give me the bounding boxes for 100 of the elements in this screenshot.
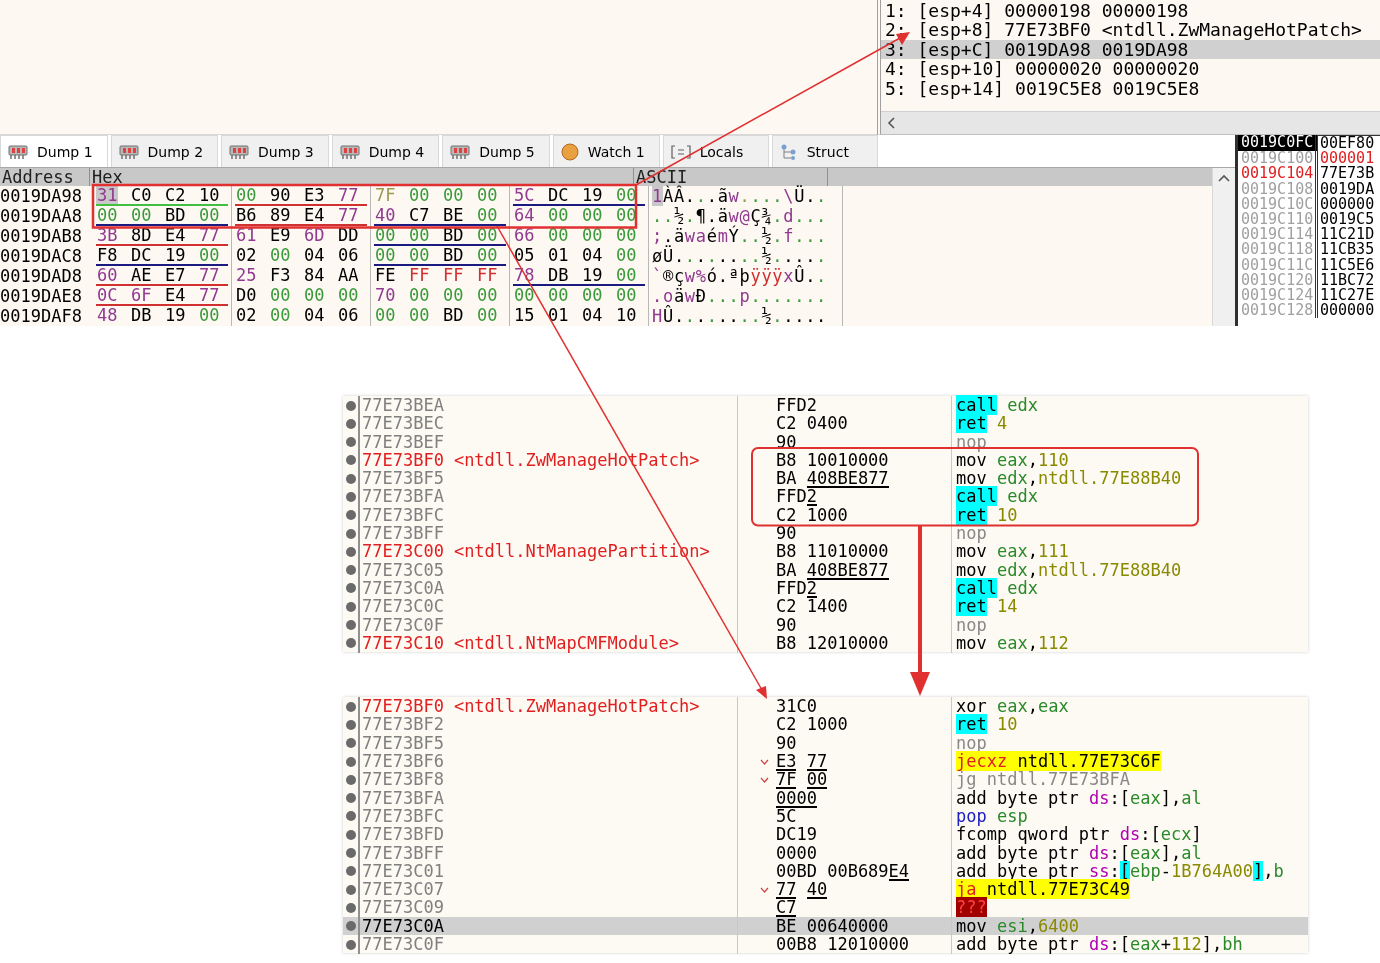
instruction-text: ret 14: [956, 596, 1018, 617]
breakpoint-dot[interactable]: [345, 756, 356, 767]
stack-address: 0019C108: [1238, 181, 1318, 197]
chevron-icon[interactable]: [760, 886, 769, 893]
opcode-bytes: BA 408BE877: [776, 469, 889, 489]
hex-byte: 6D: [303, 225, 326, 245]
disasm-row[interactable]: 77E73BEC C2 0400 ret 4: [343, 414, 1308, 433]
breakpoint-dot[interactable]: [345, 866, 356, 877]
hex-byte: 19: [164, 305, 187, 325]
chip-icon: [8, 143, 28, 160]
address-text: 77E73BFA: [362, 487, 444, 507]
disasm-row[interactable]: 77E73BFF 90 nop: [343, 524, 1308, 543]
dump-tab[interactable]: Dump 2: [110, 135, 219, 167]
disasm-row[interactable]: 77E73BFC C2 1000 ret 10: [343, 505, 1308, 525]
instruction-text: jecxz ntdll.77E73C6F: [956, 751, 1161, 772]
stack-value: 000001: [1319, 151, 1376, 167]
breakpoint-dot[interactable]: [345, 811, 356, 822]
disasm-row[interactable]: 77E73BF0 <ntdll.ZwManageHotPatch> 31C0 xor eax,eax: [343, 697, 1308, 716]
dump-tab[interactable]: Dump 1: [0, 135, 108, 167]
hex-byte: 48: [96, 305, 119, 325]
hex-byte: 3B: [96, 225, 119, 245]
hex-byte: 19: [581, 185, 604, 205]
breakpoint-dot[interactable]: [345, 437, 356, 448]
breakpoint-dot[interactable]: [345, 455, 356, 466]
breakpoint-dot[interactable]: [345, 774, 356, 785]
breakpoint-dot[interactable]: [345, 719, 356, 730]
dump-tab[interactable]: Watch 1: [552, 135, 660, 167]
breakpoint-dot[interactable]: [345, 400, 356, 411]
address-text: 0019DAE8: [0, 286, 83, 306]
disasm-row[interactable]: 77E73C0A BE 00640000 mov esi,6400: [343, 916, 1308, 935]
chevron-icon[interactable]: [760, 758, 769, 765]
breakpoint-dot[interactable]: [345, 638, 356, 649]
address-text: 77E73BFC: [362, 505, 444, 525]
disasm-row[interactable]: 77E73C0F 00B8 12010000 add byte ptr ds:[eax+112],bh: [343, 935, 1308, 954]
disasm-row[interactable]: 77E73BF5 BA 408BE877 mov edx,ntdll.77E88B40: [343, 469, 1308, 488]
scroll-up-icon[interactable]: [1218, 174, 1230, 182]
breakpoint-dot[interactable]: [345, 473, 356, 484]
dump-tab[interactable]: Struct: [771, 135, 878, 167]
disasm-row[interactable]: 77E73BF5 90 nop: [343, 733, 1308, 753]
stack-row[interactable]: 1: [esp+4] 00000198 00000198: [881, 1, 1380, 21]
hex-byte: 77: [198, 225, 221, 245]
disasm-row[interactable]: 77E73BF6 E3 77 jecxz ntdll.77E73C6F: [343, 752, 1308, 771]
disasm-row[interactable]: 77E73C0F 90 nop: [343, 615, 1308, 634]
hex-byte: 60: [96, 265, 119, 285]
dump-tab[interactable]: Dump 4: [331, 135, 440, 167]
hex-byte: 00: [374, 225, 397, 245]
hex-byte: 77: [198, 265, 221, 285]
dump-tab[interactable]: Locals: [662, 135, 769, 167]
breakpoint-dot[interactable]: [345, 738, 356, 749]
hex-byte: 00: [581, 285, 604, 305]
opcode-bytes: FFD2: [776, 578, 817, 598]
address-text: 77E73C0F: [362, 935, 444, 954]
breakpoint-dot[interactable]: [345, 601, 356, 612]
breakpoint-dot[interactable]: [345, 418, 356, 429]
disasm-row[interactable]: 77E73BF2 C2 1000 ret 10: [343, 715, 1308, 734]
hex-byte: 90: [269, 185, 292, 205]
breakpoint-dot[interactable]: [345, 510, 356, 521]
stack-row[interactable]: 4: [esp+10] 00000020 00000020: [881, 59, 1380, 79]
opcode-bytes: 5C: [776, 806, 797, 826]
disasm-row[interactable]: 77E73BFA 0000 add byte ptr ds:[eax],al: [343, 788, 1308, 807]
breakpoint-dot[interactable]: [345, 546, 356, 557]
disasm-row[interactable]: 77E73BF8 7F 00 jg ntdll.77E73BFA: [343, 770, 1308, 789]
stack-row[interactable]: 5: [esp+14] 0019C5E8 0019C5E8: [881, 78, 1380, 99]
disasm-row[interactable]: 77E73C05 BA 408BE877 mov edx,ntdll.77E88B40: [343, 560, 1308, 579]
hex-byte: 04: [581, 305, 604, 325]
breakpoint-dot[interactable]: [345, 884, 356, 895]
horizontal-scrollbar[interactable]: [881, 111, 1380, 134]
disasm-row[interactable]: 77E73C0C C2 1400 ret 14: [343, 597, 1308, 616]
hex-byte: 00: [408, 305, 431, 325]
breakpoint-dot[interactable]: [345, 848, 356, 859]
stack-row[interactable]: 3: [esp+C] 0019DA98 0019DA98: [881, 39, 1380, 60]
hex-byte: 00: [269, 305, 292, 325]
breakpoint-dot[interactable]: [345, 701, 356, 712]
hex-byte: 00: [374, 305, 397, 325]
breakpoint-dot[interactable]: [345, 939, 356, 950]
hex-byte: E4: [164, 225, 187, 245]
chip-icon: [339, 143, 360, 160]
breakpoint-dot[interactable]: [345, 902, 356, 913]
opcode-bytes: B8 11010000: [776, 542, 889, 562]
breakpoint-dot[interactable]: [345, 620, 356, 631]
breakpoint-dot[interactable]: [345, 565, 356, 576]
scroll-left-icon[interactable]: [887, 117, 896, 129]
chip-icon: [118, 143, 139, 160]
breakpoint-dot[interactable]: [345, 528, 356, 539]
hex-byte: E7: [164, 265, 187, 285]
disasm-row[interactable]: 77E73BFD DC19 fcomp qword ptr ds:[ecx]: [343, 825, 1308, 844]
breakpoint-dot[interactable]: [345, 921, 356, 932]
dump-tab[interactable]: Dump 5: [442, 135, 550, 167]
chevron-icon[interactable]: [760, 776, 769, 783]
hex-byte: BD: [442, 305, 465, 325]
breakpoint-dot[interactable]: [345, 829, 356, 840]
stack-address: 0019C128: [1238, 303, 1318, 319]
address-text: 77E73BF5: [362, 469, 444, 489]
dump-tab[interactable]: Dump 3: [221, 135, 329, 167]
breakpoint-dot[interactable]: [345, 492, 356, 502]
breakpoint-dot[interactable]: [345, 583, 356, 594]
hex-byte: 00: [547, 285, 570, 305]
breakpoint-dot[interactable]: [345, 793, 356, 804]
disasm-row[interactable]: 77E73BFF 0000 add byte ptr ds:[eax],al: [343, 843, 1308, 862]
hex-byte: F8: [96, 245, 119, 265]
